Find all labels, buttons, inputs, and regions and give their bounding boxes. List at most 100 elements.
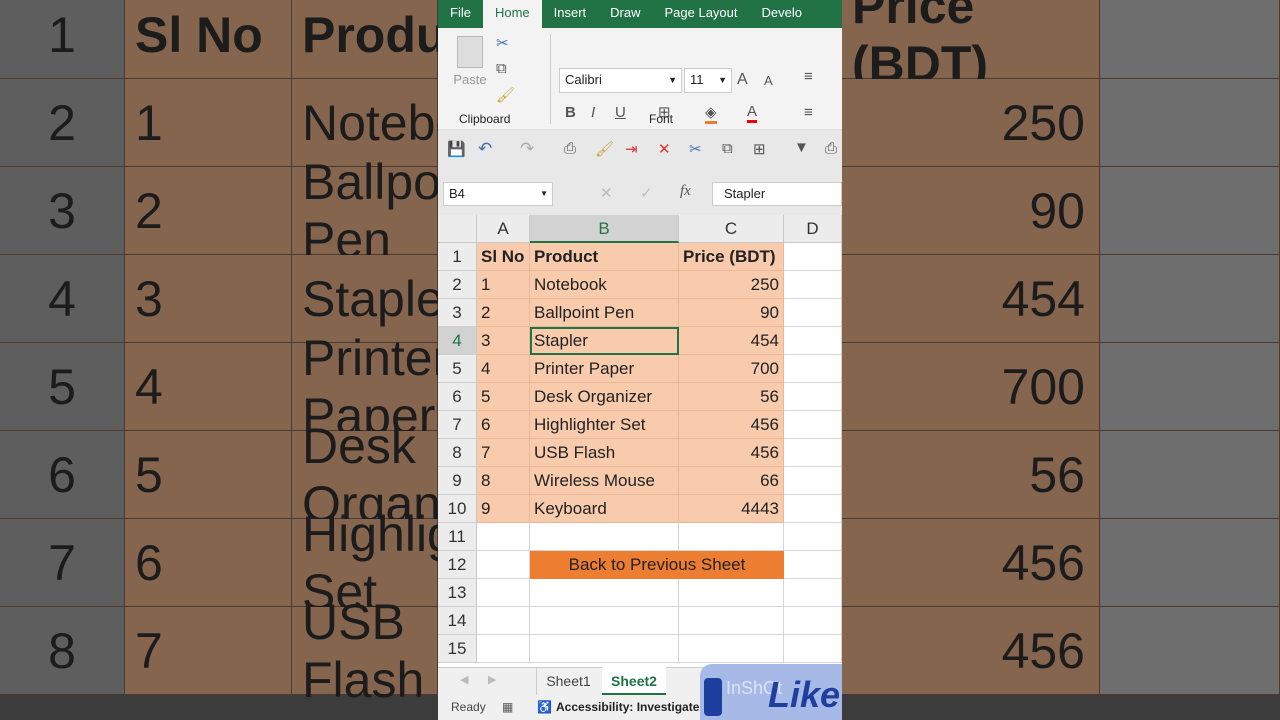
cell[interactable] (530, 523, 679, 551)
row-header[interactable]: 13 (438, 579, 477, 607)
cell[interactable]: 454 (679, 327, 784, 355)
active-cell[interactable]: Stapler (530, 327, 679, 355)
cell[interactable] (784, 355, 842, 383)
cell[interactable]: 6 (477, 411, 530, 439)
cell[interactable] (679, 607, 784, 635)
align-icon[interactable]: ≡ (804, 68, 813, 85)
name-box[interactable]: B4 ▼ (443, 182, 553, 206)
cell[interactable] (477, 523, 530, 551)
cell[interactable]: Highlighter Set (530, 411, 679, 439)
row-header[interactable]: 6 (438, 383, 477, 411)
back-to-previous-sheet-button[interactable]: Back to Previous Sheet (530, 551, 784, 579)
cell[interactable] (784, 467, 842, 495)
column-header-a[interactable]: A (477, 215, 530, 243)
tab-draw[interactable]: Draw (598, 0, 652, 28)
accessibility-icon[interactable]: ♿ (537, 695, 552, 720)
macro-record-icon[interactable]: ▦ (502, 695, 513, 720)
row-header[interactable]: 10 (438, 495, 477, 523)
bold-icon[interactable]: B (565, 104, 576, 121)
cell[interactable] (679, 523, 784, 551)
row-header[interactable]: 3 (438, 299, 477, 327)
increase-font-icon[interactable]: A (737, 71, 748, 89)
cell[interactable] (530, 579, 679, 607)
filter-icon[interactable]: ▼ (794, 139, 809, 156)
enter-icon[interactable]: ✓ (640, 184, 653, 202)
delete-column-icon[interactable]: ✕ (658, 140, 671, 158)
copy-icon[interactable]: ⧉ (496, 60, 507, 77)
cell[interactable]: 8 (477, 467, 530, 495)
undo-icon[interactable]: ↶ (478, 139, 492, 159)
row-header[interactable]: 14 (438, 607, 477, 635)
sheet-tab-sheet1[interactable]: Sheet1 (536, 668, 600, 695)
scroll-left-icon[interactable]: ◀ (460, 673, 468, 686)
cell[interactable]: Wireless Mouse (530, 467, 679, 495)
cell[interactable]: USB Flash (530, 439, 679, 467)
cell[interactable] (784, 299, 842, 327)
font-size-select[interactable]: 11 ▼ (684, 68, 732, 93)
cell[interactable] (784, 551, 842, 579)
sheet-tab-sheet2[interactable]: Sheet2 (602, 667, 666, 695)
fill-color-icon[interactable]: ◈ (705, 103, 717, 124)
header-cell[interactable]: Product (530, 243, 679, 271)
cell[interactable] (477, 579, 530, 607)
row-header[interactable]: 8 (438, 439, 477, 467)
format-painter-icon[interactable]: 🖌 (496, 86, 515, 104)
cell[interactable]: 4 (477, 355, 530, 383)
tab-home[interactable]: Home (482, 0, 542, 28)
cell[interactable]: Keyboard (530, 495, 679, 523)
cell[interactable] (784, 439, 842, 467)
cut-icon[interactable]: ✂ (689, 140, 702, 158)
formula-input[interactable]: Stapler (712, 182, 842, 206)
column-header-d[interactable]: D (784, 215, 842, 243)
delete-cells-icon[interactable]: ⇥ (625, 140, 638, 158)
redo-icon[interactable]: ↷ (520, 139, 534, 159)
tab-insert[interactable]: Insert (542, 0, 599, 28)
cell[interactable] (784, 635, 842, 663)
cell[interactable]: Desk Organizer (530, 383, 679, 411)
cell[interactable] (530, 635, 679, 663)
cell[interactable] (784, 327, 842, 355)
column-header-c[interactable]: C (679, 215, 784, 243)
cell[interactable] (784, 579, 842, 607)
header-cell[interactable]: Sl No (477, 243, 530, 271)
tab-develo[interactable]: Develo (750, 0, 814, 28)
row-header[interactable]: 2 (438, 271, 477, 299)
cell[interactable] (784, 243, 842, 271)
cell[interactable] (477, 551, 530, 579)
cell[interactable] (477, 607, 530, 635)
tab-page-layout[interactable]: Page Layout (653, 0, 750, 28)
format-painter-icon[interactable]: 🖌 (595, 140, 614, 158)
cell[interactable]: Printer Paper (530, 355, 679, 383)
font-name-select[interactable]: Calibri ▼ (559, 68, 682, 93)
borders-icon[interactable]: ⊞ (753, 140, 766, 158)
cell[interactable]: 250 (679, 271, 784, 299)
column-header-b[interactable]: B (530, 215, 679, 243)
copy-icon[interactable]: ⧉ (722, 140, 733, 157)
row-header[interactable]: 9 (438, 467, 477, 495)
insert-function-icon[interactable]: fx (680, 183, 691, 200)
cell[interactable]: 3 (477, 327, 530, 355)
cell[interactable] (784, 383, 842, 411)
camera-icon[interactable]: ⎙ (564, 140, 576, 157)
row-header[interactable]: 15 (438, 635, 477, 663)
cell[interactable]: Notebook (530, 271, 679, 299)
scroll-right-icon[interactable]: ▶ (488, 673, 496, 686)
cell[interactable]: 66 (679, 467, 784, 495)
cell[interactable]: 1 (477, 271, 530, 299)
cell[interactable] (530, 607, 679, 635)
cell[interactable] (477, 635, 530, 663)
tab-file[interactable]: File (438, 0, 483, 28)
cell[interactable]: 700 (679, 355, 784, 383)
cell[interactable]: 4443 (679, 495, 784, 523)
row-header[interactable]: 1 (438, 243, 477, 271)
cell[interactable]: 456 (679, 411, 784, 439)
cut-icon[interactable]: ✂ (496, 34, 509, 52)
cell[interactable]: 7 (477, 439, 530, 467)
cell[interactable] (784, 607, 842, 635)
cell[interactable]: 5 (477, 383, 530, 411)
cell[interactable]: 456 (679, 439, 784, 467)
cancel-icon[interactable]: ✕ (600, 184, 613, 202)
cell[interactable]: 9 (477, 495, 530, 523)
cell[interactable] (679, 579, 784, 607)
row-header[interactable]: 12 (438, 551, 477, 579)
